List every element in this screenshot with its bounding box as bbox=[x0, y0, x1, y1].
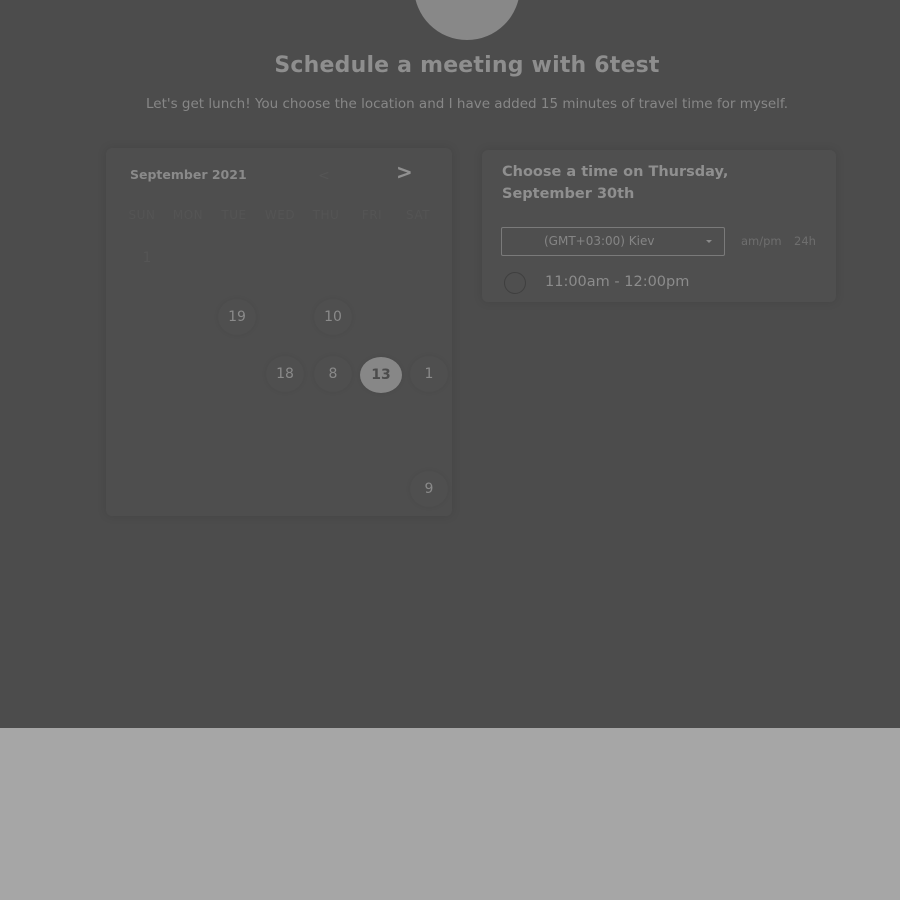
weekday-mon: MON bbox=[172, 208, 204, 222]
calendar-panel: September 2021 < > SUN MON TUE WED THU F… bbox=[106, 148, 452, 516]
chevron-right-icon[interactable]: > bbox=[396, 162, 413, 182]
weekday-header: SUN MON TUE WED THU FRI SAT bbox=[120, 208, 440, 222]
calendar-day-faint: 1 bbox=[142, 250, 152, 266]
weekday-thu: THU bbox=[312, 208, 340, 222]
page-title: Schedule a meeting with 6test bbox=[274, 53, 660, 78]
format-ampm-toggle[interactable]: am/pm bbox=[741, 234, 782, 248]
scheduler-app: a Schedule a meeting with 6test Let's ge… bbox=[0, 0, 900, 728]
calendar-month-label: September 2021 bbox=[130, 167, 247, 182]
timezone-select[interactable]: (GMT+03:00) Kiev bbox=[501, 227, 725, 256]
calendar-day[interactable]: 10 bbox=[314, 299, 352, 335]
avatar-letter: a bbox=[414, 0, 520, 8]
host-avatar: a bbox=[414, 0, 520, 40]
time-slot-panel: Choose a time on Thursday, September 30t… bbox=[482, 150, 836, 302]
caret-down-icon bbox=[706, 240, 712, 243]
page: a Schedule a meeting with 6test Let's ge… bbox=[0, 0, 900, 900]
calendar-day[interactable]: 8 bbox=[314, 356, 352, 392]
calendar-day[interactable]: 19 bbox=[218, 299, 256, 335]
format-24h-toggle[interactable]: 24h bbox=[794, 234, 816, 248]
chevron-left-icon[interactable]: < bbox=[318, 168, 330, 184]
weekday-sat: SAT bbox=[406, 208, 430, 222]
page-subtitle: Let's get lunch! You choose the location… bbox=[146, 96, 788, 112]
calendar-day-selected[interactable]: 13 bbox=[360, 357, 402, 393]
time-slot-radio[interactable] bbox=[504, 272, 526, 294]
time-slot-label: 11:00am - 12:00pm bbox=[545, 274, 690, 290]
weekday-sun: SUN bbox=[128, 208, 156, 222]
time-panel-heading: Choose a time on Thursday, September 30t… bbox=[502, 164, 729, 202]
weekday-fri: FRI bbox=[361, 208, 383, 222]
calendar-day[interactable]: 1 bbox=[410, 356, 448, 392]
timezone-value: (GMT+03:00) Kiev bbox=[544, 234, 655, 248]
calendar-day[interactable]: 9 bbox=[410, 471, 448, 507]
calendar-day[interactable]: 18 bbox=[266, 356, 304, 392]
weekday-wed: WED bbox=[264, 208, 296, 222]
weekday-tue: TUE bbox=[221, 208, 247, 222]
time-slot-option[interactable]: 11:00am - 12:00pm bbox=[504, 271, 804, 295]
